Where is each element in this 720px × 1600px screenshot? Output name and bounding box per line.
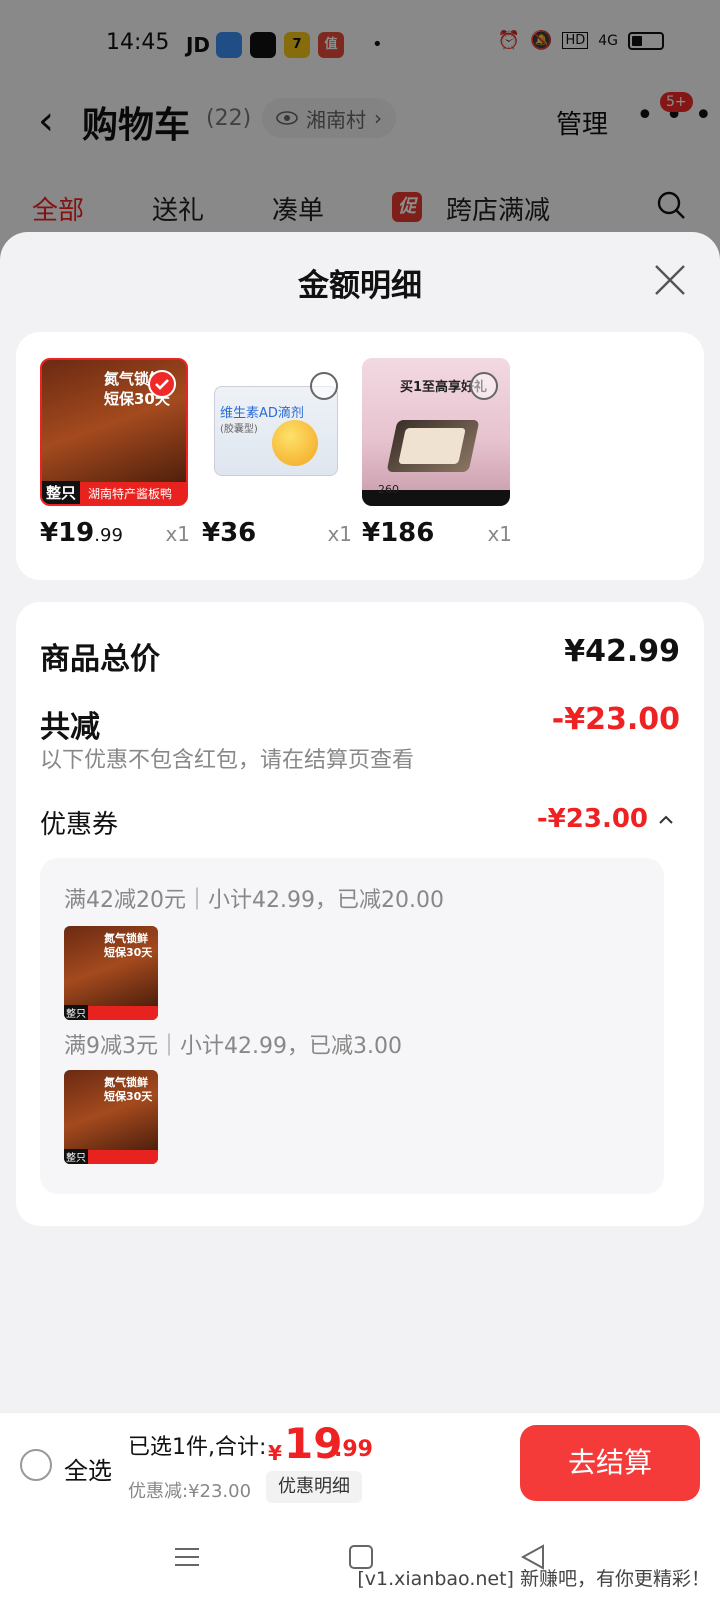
select-all-label[interactable]: 全选	[64, 1451, 112, 1486]
price-summary-card: 商品总价 ¥42.99 共减 -¥23.00 以下优惠不包含红包，请在结算页查看…	[16, 602, 704, 1226]
coupon-label: 优惠券	[40, 810, 119, 840]
coupon-rule: 满42减20元｜小计42.99，已减20.00	[64, 888, 444, 913]
product-item[interactable]: 氮气锁鲜 短保30天 整只 湖南特产酱板鸭 ¥19.99 x1	[40, 358, 190, 548]
item-quantity: x1	[165, 522, 190, 546]
item-price: ¥19.99	[40, 518, 123, 548]
watermark: [v1.xianbao.net] 新赚吧，有你更精彩！	[357, 1568, 710, 1590]
product-thumbnail: 维生素AD滴剂 (胶囊型)	[202, 358, 350, 506]
thumb-text: 260	[378, 483, 399, 496]
item-checkbox[interactable]	[310, 372, 338, 400]
discount-note: 以下优惠不包含红包，请在结算页查看	[40, 748, 415, 773]
coupon-product-thumbnail: 氮气锁鲜 短保30天 整只	[64, 926, 158, 1020]
select-all-checkbox[interactable]	[20, 1449, 52, 1481]
item-price: ¥36	[202, 518, 257, 548]
thumb-banner: 湖南特产酱板鸭	[88, 487, 173, 501]
product-thumbnail: 氮气锁鲜 短保30天 整只 湖南特产酱板鸭	[40, 358, 188, 506]
checkout-bar: 全选 已选1件,合计: ¥ 19 .99 优惠减:¥23.00 优惠明细 去结算	[0, 1412, 720, 1512]
item-checkbox[interactable]	[470, 372, 498, 400]
selected-count-text: 已选1件,合计:	[128, 1435, 267, 1460]
total-currency: ¥	[268, 1441, 282, 1465]
coupon-rule: 满9减3元｜小计42.99，已减3.00	[64, 1034, 402, 1059]
product-item[interactable]: 买1至高享好礼 260 ¥186 x1	[362, 358, 512, 548]
close-icon[interactable]	[652, 262, 688, 298]
total-price-value: ¥42.99	[564, 634, 680, 669]
coupon-product-thumbnail: 氮气锁鲜 短保30天 整只	[64, 1070, 158, 1164]
coupon-value[interactable]: -¥23.00	[537, 804, 648, 834]
reduction-label: 共减	[40, 710, 100, 745]
sheet-title: 金额明细	[298, 268, 422, 304]
amount-detail-sheet: 金额明细 氮气锁鲜 短保30天 整只 湖南特产酱板鸭 ¥19.99 x1 维生素…	[0, 232, 720, 1522]
thumb-text: (胶囊型)	[220, 424, 258, 435]
coupon-detail-box: 满42减20元｜小计42.99，已减20.00 氮气锁鲜 短保30天 整只 满9…	[40, 858, 664, 1194]
thumb-tag: 整只	[42, 481, 81, 504]
total-price-label: 商品总价	[40, 642, 160, 677]
menu-icon[interactable]	[172, 1542, 202, 1572]
discount-detail-button[interactable]: 优惠明细	[266, 1471, 362, 1503]
thumb-text: 维生素AD滴剂	[220, 406, 304, 421]
chevron-up-icon[interactable]	[658, 812, 674, 828]
item-quantity: x1	[487, 522, 512, 546]
product-thumbnail: 买1至高享好礼 260	[362, 358, 510, 506]
modal-overlay[interactable]	[0, 0, 720, 260]
total-decimal: .99	[334, 1437, 373, 1462]
item-price: ¥186	[362, 518, 435, 548]
item-quantity: x1	[327, 522, 352, 546]
reduction-value: -¥23.00	[551, 702, 680, 737]
discount-amount: 优惠减:¥23.00	[128, 1481, 252, 1502]
item-checkbox[interactable]	[148, 370, 176, 398]
system-nav-bar: [v1.xianbao.net] 新赚吧，有你更精彩！	[0, 1512, 720, 1600]
items-card: 氮气锁鲜 短保30天 整只 湖南特产酱板鸭 ¥19.99 x1 维生素AD滴剂 …	[16, 332, 704, 580]
checkout-button[interactable]: 去结算	[520, 1425, 700, 1501]
product-item[interactable]: 维生素AD滴剂 (胶囊型) ¥36 x1	[202, 358, 352, 548]
check-icon	[155, 379, 169, 390]
